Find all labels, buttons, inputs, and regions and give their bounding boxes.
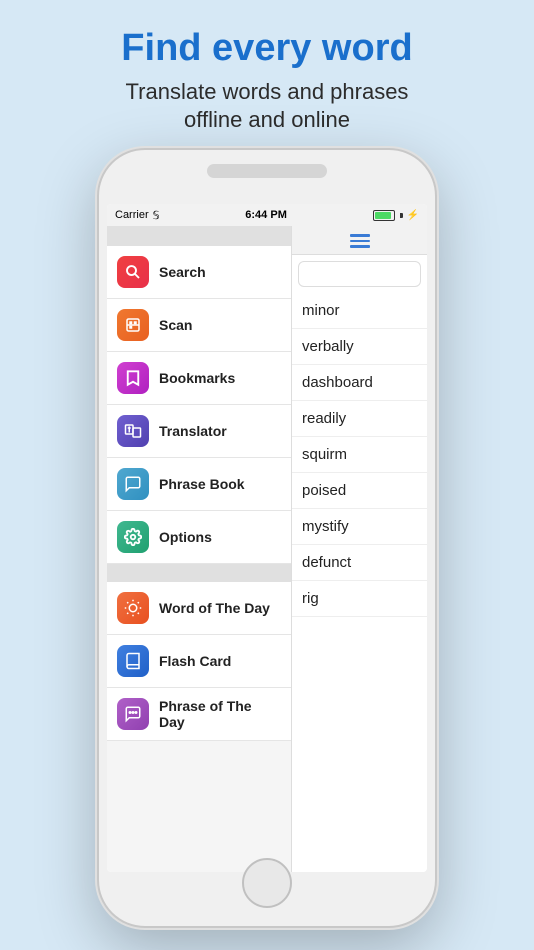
battery-tip xyxy=(400,213,403,218)
main-menu-items: Search Scan Bookmarks Translator Phrase … xyxy=(107,246,291,564)
sidebar-item-phraseofday[interactable]: Phrase of The Day xyxy=(107,688,291,741)
sidebar-label-translator: Translator xyxy=(159,423,227,439)
sidebar-item-phrasebook[interactable]: Phrase Book xyxy=(107,458,291,511)
list-item[interactable]: mystify xyxy=(292,509,427,545)
hamburger-line-1 xyxy=(350,234,370,237)
sidebar-item-options[interactable]: Options xyxy=(107,511,291,564)
sidebar-label-scan: Scan xyxy=(159,317,192,333)
list-item[interactable]: squirm xyxy=(292,437,427,473)
right-panel-header xyxy=(292,226,427,255)
list-item[interactable]: poised xyxy=(292,473,427,509)
hamburger-button[interactable] xyxy=(350,234,370,248)
battery-icon xyxy=(373,210,395,221)
list-item[interactable]: defunct xyxy=(292,545,427,581)
list-item[interactable]: verbally xyxy=(292,329,427,365)
search-bar[interactable] xyxy=(298,261,421,287)
sidebar-label-phrasebook: Phrase Book xyxy=(159,476,245,492)
search-input[interactable] xyxy=(305,262,427,286)
battery-fill xyxy=(375,212,391,219)
sidebar-item-translator[interactable]: Translator xyxy=(107,405,291,458)
word-list: minorverballydashboardreadilysquirmpoise… xyxy=(292,293,427,873)
sidebar-label-bookmarks: Bookmarks xyxy=(159,370,235,386)
list-item[interactable]: readily xyxy=(292,401,427,437)
wordofday-icon xyxy=(117,592,149,624)
scan-icon xyxy=(117,309,149,341)
hamburger-line-2 xyxy=(350,240,370,243)
sidebar-item-wordofday[interactable]: Word of The Day xyxy=(107,582,291,635)
sidebar-label-phraseofday: Phrase of The Day xyxy=(159,698,281,730)
list-item[interactable]: minor xyxy=(292,293,427,329)
status-battery: ⚡ xyxy=(373,210,419,221)
translator-icon xyxy=(117,415,149,447)
sidebar-section-gap xyxy=(107,564,291,582)
sidebar-item-scan[interactable]: Scan xyxy=(107,299,291,352)
search-icon xyxy=(117,256,149,288)
phone-home-button[interactable] xyxy=(242,858,292,908)
right-panel: minorverballydashboardreadilysquirmpoise… xyxy=(292,226,427,872)
hamburger-line-3 xyxy=(350,245,370,248)
secondary-menu-items: Word of The Day Flash Card Phrase of The… xyxy=(107,582,291,741)
sidebar-label-wordofday: Word of The Day xyxy=(159,600,270,616)
list-item[interactable]: rig xyxy=(292,581,427,617)
list-item[interactable]: dashboard xyxy=(292,365,427,401)
charging-bolt: ⚡ xyxy=(407,210,419,221)
phone-frame: Carrier 𝕊 6:44 PM ⚡ Search xyxy=(97,148,437,928)
sidebar-item-flashcard[interactable]: Flash Card xyxy=(107,635,291,688)
sidebar-item-bookmarks[interactable]: Bookmarks xyxy=(107,352,291,405)
phone-speaker xyxy=(207,164,327,178)
phone-screen: Carrier 𝕊 6:44 PM ⚡ Search xyxy=(107,204,427,872)
wifi-icon: 𝕊 xyxy=(153,209,160,222)
sidebar-label-options: Options xyxy=(159,529,212,545)
flashcard-icon xyxy=(117,645,149,677)
bookmarks-icon xyxy=(117,362,149,394)
status-time: 6:44 PM xyxy=(245,209,287,221)
phraseofday-icon xyxy=(117,698,149,730)
screen-content: Search Scan Bookmarks Translator Phrase … xyxy=(107,226,427,872)
sidebar-label-search: Search xyxy=(159,264,206,280)
header-section: Find every word Translate words and phra… xyxy=(0,0,534,153)
sidebar-header-divider xyxy=(107,226,291,246)
status-bar: Carrier 𝕊 6:44 PM ⚡ xyxy=(107,204,427,226)
headline: Find every word xyxy=(0,28,534,70)
options-icon xyxy=(117,521,149,553)
status-carrier: Carrier 𝕊 xyxy=(115,209,160,222)
sidebar-item-search[interactable]: Search xyxy=(107,246,291,299)
sidebar-label-flashcard: Flash Card xyxy=(159,653,231,669)
sidebar: Search Scan Bookmarks Translator Phrase … xyxy=(107,226,292,872)
phrasebook-icon xyxy=(117,468,149,500)
subheadline: Translate words and phrases offline and … xyxy=(0,78,534,135)
